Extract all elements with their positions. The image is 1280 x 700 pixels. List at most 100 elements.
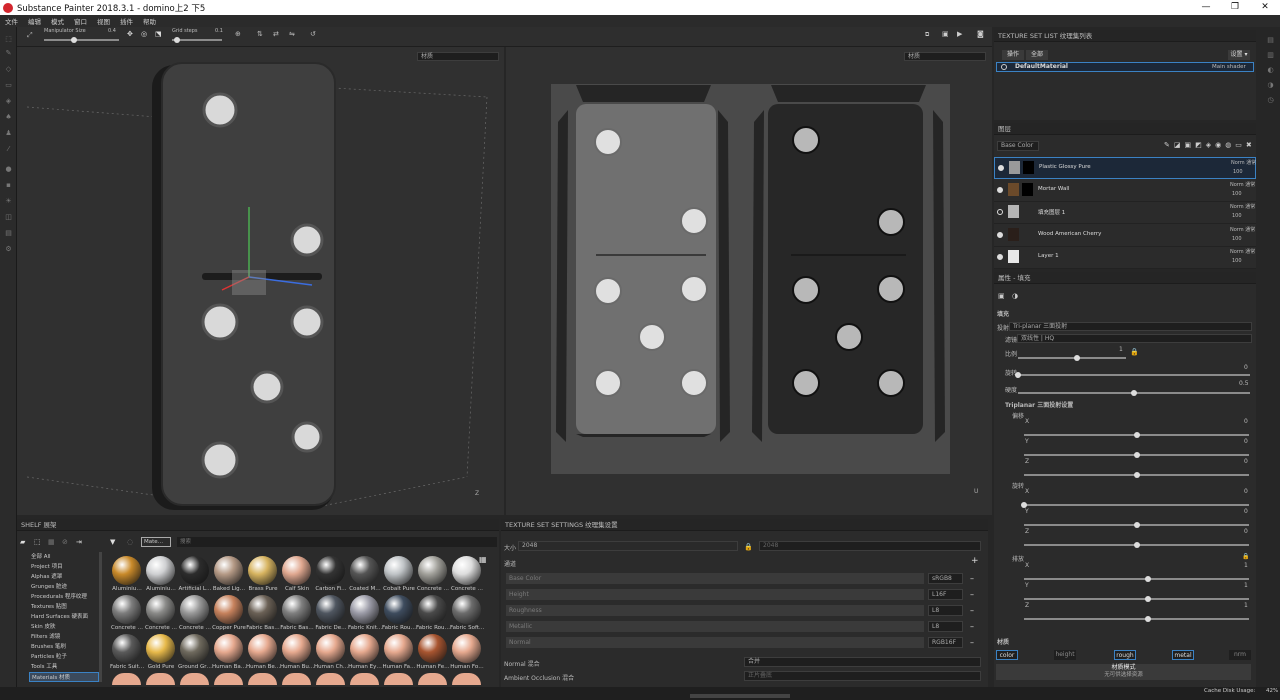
projection-select[interactable]: Tri-planar 三面投射 xyxy=(1009,322,1252,331)
channel-format-select[interactable]: L16F xyxy=(928,589,963,600)
layer-visibility-icon[interactable] xyxy=(997,254,1003,260)
channel-row[interactable]: Metallic xyxy=(506,621,924,632)
slider-tile-x[interactable] xyxy=(1024,578,1249,580)
layer-opacity[interactable]: 100 xyxy=(1232,236,1242,242)
rotate-icon[interactable]: ◎ xyxy=(141,30,147,38)
layer-row[interactable]: 填充图层 1 Norm 通常 100 xyxy=(994,202,1256,224)
material-thumbnail-partial[interactable] xyxy=(214,673,243,685)
channel-format-select[interactable]: sRGB8 xyxy=(928,573,963,584)
tile-lock-icon[interactable]: 🔒 xyxy=(1242,553,1249,560)
align-icon[interactable]: ⇅ xyxy=(257,30,263,38)
layer-row[interactable]: Mortar Wall Norm 通常 100 xyxy=(994,179,1256,202)
slider-handle-offset-y[interactable] xyxy=(1133,452,1140,458)
slider-handle-rotation[interactable] xyxy=(1015,372,1021,378)
material-thumbnail-partial[interactable] xyxy=(316,673,345,685)
mirror-icon[interactable]: ⇋ xyxy=(289,30,295,38)
slider-tile-y[interactable] xyxy=(1024,598,1249,600)
viewport-3d[interactable]: 材质 Z xyxy=(17,27,504,515)
material-thumbnail[interactable] xyxy=(350,595,379,624)
shelf-category[interactable]: Skin 皮肤 xyxy=(29,622,99,632)
layer-opacity[interactable]: 100 xyxy=(1232,191,1242,197)
material-thumbnail[interactable] xyxy=(384,595,413,624)
clone-icon[interactable]: ♟ xyxy=(4,129,13,138)
refresh-icon[interactable]: ◌ xyxy=(127,538,133,546)
settings-icon[interactable]: ⚙ xyxy=(4,245,13,254)
size-select[interactable]: 2048 xyxy=(518,541,738,551)
document-icon[interactable]: ▤ xyxy=(4,229,13,238)
channel-format-select[interactable]: L8 xyxy=(928,605,963,616)
layer-row[interactable]: Plastic Glossy Pure Norm 通常 100 xyxy=(994,157,1256,179)
material-thumbnail[interactable] xyxy=(350,634,379,663)
layer-blend-mode[interactable]: Norm 通常 xyxy=(1230,203,1255,210)
material-thumbnail-partial[interactable] xyxy=(384,673,413,685)
shelf-category-scrollbar[interactable] xyxy=(99,552,102,682)
remove-channel-icon[interactable]: – xyxy=(970,622,974,631)
bake-icon[interactable]: ● xyxy=(4,165,13,174)
shelf-category[interactable]: Filters 滤镜 xyxy=(29,632,99,642)
menu-mode[interactable]: 模式 xyxy=(51,16,64,26)
shelf-category[interactable]: Grunges 脏迹 xyxy=(29,582,99,592)
geometry-mask-icon[interactable]: ◈ xyxy=(4,97,13,106)
shelf-grid-mode-icon[interactable]: ▦ xyxy=(479,555,487,564)
material-thumbnail[interactable] xyxy=(180,634,209,663)
layer-visibility-icon[interactable] xyxy=(998,165,1004,171)
search-tag[interactable]: Mate… xyxy=(141,537,171,547)
snap-icon[interactable]: ⊕ xyxy=(235,30,241,38)
minimize-icon[interactable]: — xyxy=(1192,0,1220,15)
size-lock-icon[interactable]: 🔒 xyxy=(744,543,753,551)
slider-handle-rotate-y[interactable] xyxy=(1133,522,1140,528)
slider-handle-scale[interactable] xyxy=(1074,355,1081,361)
material-thumbnail[interactable] xyxy=(146,595,175,624)
screenshot-icon[interactable]: ◙ xyxy=(977,30,984,38)
shelf-category[interactable]: Brushes 笔刷 xyxy=(29,642,99,652)
fill-tab-icon[interactable]: ▣ xyxy=(998,292,1005,300)
grid-view-icon[interactable]: ▦ xyxy=(48,538,55,546)
select-tool-icon[interactable]: ⬚ xyxy=(4,35,13,44)
scale-icon[interactable]: ⬔ xyxy=(155,30,162,38)
material-thumbnail-partial[interactable] xyxy=(452,673,481,685)
cube-icon[interactable]: ▣ xyxy=(942,30,949,38)
material-thumbnail[interactable] xyxy=(248,595,277,624)
texture-set-item[interactable]: DefaultMaterial Main shader xyxy=(996,62,1254,72)
menu-edit[interactable]: 编辑 xyxy=(28,16,41,26)
projection-icon[interactable]: ▭ xyxy=(4,81,13,90)
slider-handle-offset-z[interactable] xyxy=(1133,472,1140,478)
filter-select[interactable]: 双线性 | HQ xyxy=(1017,334,1252,343)
material-thumbnail[interactable] xyxy=(180,556,209,585)
visibility-icon[interactable] xyxy=(1001,64,1007,70)
import-icon[interactable]: ⬚ xyxy=(34,538,41,546)
material-thumbnail[interactable] xyxy=(180,595,209,624)
layer-visibility-icon[interactable] xyxy=(997,186,1003,193)
material-thumbnail-partial[interactable] xyxy=(180,673,209,685)
material-thumbnail[interactable] xyxy=(112,556,141,585)
grid-steps-handle[interactable] xyxy=(174,37,180,43)
channel-row[interactable]: Roughness xyxy=(506,605,924,616)
texset-action-button[interactable]: 操作 xyxy=(1002,50,1024,60)
material-thumbnail[interactable] xyxy=(248,556,277,585)
ph-icon[interactable]: ◫ xyxy=(4,213,13,222)
material-thumbnail[interactable] xyxy=(452,634,481,663)
material-thumbnail[interactable] xyxy=(418,595,447,624)
material-thumbnail[interactable] xyxy=(452,595,481,624)
shelf-category[interactable]: Hard Surfaces 硬表面 xyxy=(29,612,99,622)
material-thumbnail-partial[interactable] xyxy=(248,673,277,685)
material-thumbnail[interactable] xyxy=(384,556,413,585)
texset-settings-button[interactable]: 设置 ▾ xyxy=(1228,50,1250,60)
light-icon[interactable]: ☀ xyxy=(4,197,13,206)
manipulator-size-handle[interactable] xyxy=(71,37,77,43)
layer-row[interactable]: Layer 1 Norm 通常 100 xyxy=(994,247,1256,269)
texset-all-button[interactable]: 全部 xyxy=(1026,50,1048,60)
channel-format-select[interactable]: L8 xyxy=(928,621,963,632)
remove-channel-icon[interactable]: – xyxy=(970,606,974,615)
shelf-category[interactable]: Tools 工具 xyxy=(29,662,99,672)
viewport-3d-mode-select[interactable]: 材质 xyxy=(417,52,499,61)
channel-nrm-button[interactable]: nrm xyxy=(1229,650,1251,660)
scale-lock-icon[interactable]: 🔒 xyxy=(1130,348,1139,356)
picker-icon[interactable]: ⁄ xyxy=(4,145,13,154)
shelf-category[interactable]: 全部 All xyxy=(29,552,99,562)
material-thumbnail[interactable] xyxy=(248,634,277,663)
texset-icon[interactable]: ▥ xyxy=(1266,51,1275,60)
menu-help[interactable]: 帮助 xyxy=(143,16,156,26)
camera-icon[interactable]: ▶ xyxy=(957,30,962,38)
triplanar-title[interactable]: Triplanar 三面投射设置 xyxy=(1005,400,1073,409)
